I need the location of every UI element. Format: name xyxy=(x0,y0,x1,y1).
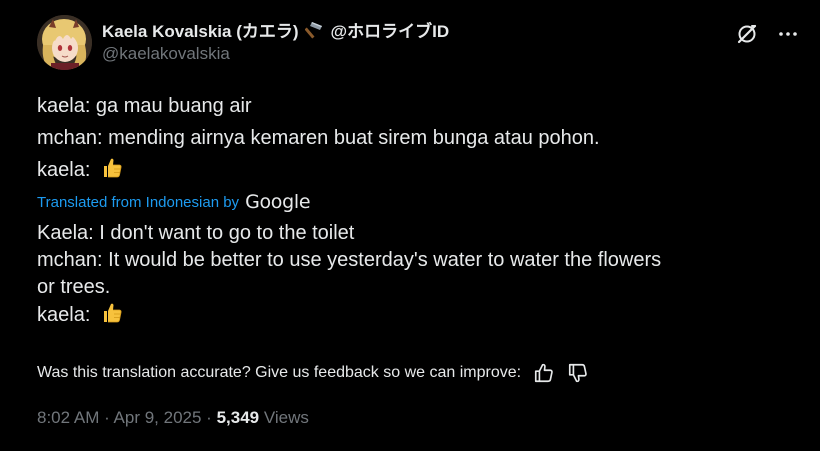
translation-line-text: kaela: xyxy=(37,304,91,326)
avatar[interactable] xyxy=(37,15,92,70)
views-count: 5,349 xyxy=(216,408,260,427)
tweet-time-link[interactable]: 8:02 AM · Apr 9, 2025 xyxy=(37,408,201,427)
author-name-text: Kaela Kovalskia (カエラ) xyxy=(102,22,299,41)
translated-from-text: Translated from Indonesian by xyxy=(37,193,240,211)
grok-icon[interactable] xyxy=(735,22,759,46)
translated-by-label[interactable]: Translated from Indonesian by Google xyxy=(37,191,311,213)
translation-line: or trees. xyxy=(37,276,111,298)
hammer-icon xyxy=(304,20,325,40)
thumbs-down-outline-icon[interactable] xyxy=(567,362,589,384)
translation-text: Kaela: I don't want to go to the toilet … xyxy=(37,220,797,329)
author-handle[interactable]: @kaelakovalskia xyxy=(102,44,230,64)
tweet-time: 8:02 AM xyxy=(37,408,100,427)
thumbs-up-emoji-icon xyxy=(100,301,124,325)
tweet-article: Kaela Kovalskia (カエラ) @ホロライブID @kaelakov… xyxy=(0,0,820,451)
meta-separator: · xyxy=(201,408,217,427)
meta-separator: · xyxy=(99,408,114,427)
translation-feedback: Was this translation accurate? Give us f… xyxy=(37,362,589,384)
tweet-line-text: mchan: mending airnya kemaren buat sirem… xyxy=(37,127,600,149)
tweet-text: kaela: ga mau buang air mchan: mending a… xyxy=(37,90,600,186)
more-options-icon[interactable] xyxy=(776,22,800,46)
tweet-line: kaela: xyxy=(37,154,600,186)
translation-line: Kaela: I don't want to go to the toilet xyxy=(37,222,355,244)
thumbs-up-outline-icon[interactable] xyxy=(533,362,555,384)
translation-line: mchan: It would be better to use yesterd… xyxy=(37,249,662,271)
thumbs-up-emoji-icon xyxy=(100,156,124,180)
tweet-date: Apr 9, 2025 xyxy=(113,408,202,427)
tweet-line: kaela: ga mau buang air xyxy=(37,90,600,122)
translation-line: kaela: xyxy=(37,301,797,329)
author-display-name[interactable]: Kaela Kovalskia (カエラ) @ホロライブID xyxy=(102,17,449,42)
tweet-line-text: kaela: xyxy=(37,159,91,181)
author-affiliation: @ホロライブID xyxy=(330,22,450,41)
tweet-line: mchan: mending airnya kemaren buat sirem… xyxy=(37,122,600,154)
feedback-question: Was this translation accurate? Give us f… xyxy=(37,364,522,381)
tweet-line-text: kaela: ga mau buang air xyxy=(37,95,252,117)
tweet-meta: 8:02 AM · Apr 9, 2025 · 5,349 Views xyxy=(37,408,309,428)
google-logo: Google xyxy=(245,191,311,213)
views-label: Views xyxy=(259,408,309,427)
